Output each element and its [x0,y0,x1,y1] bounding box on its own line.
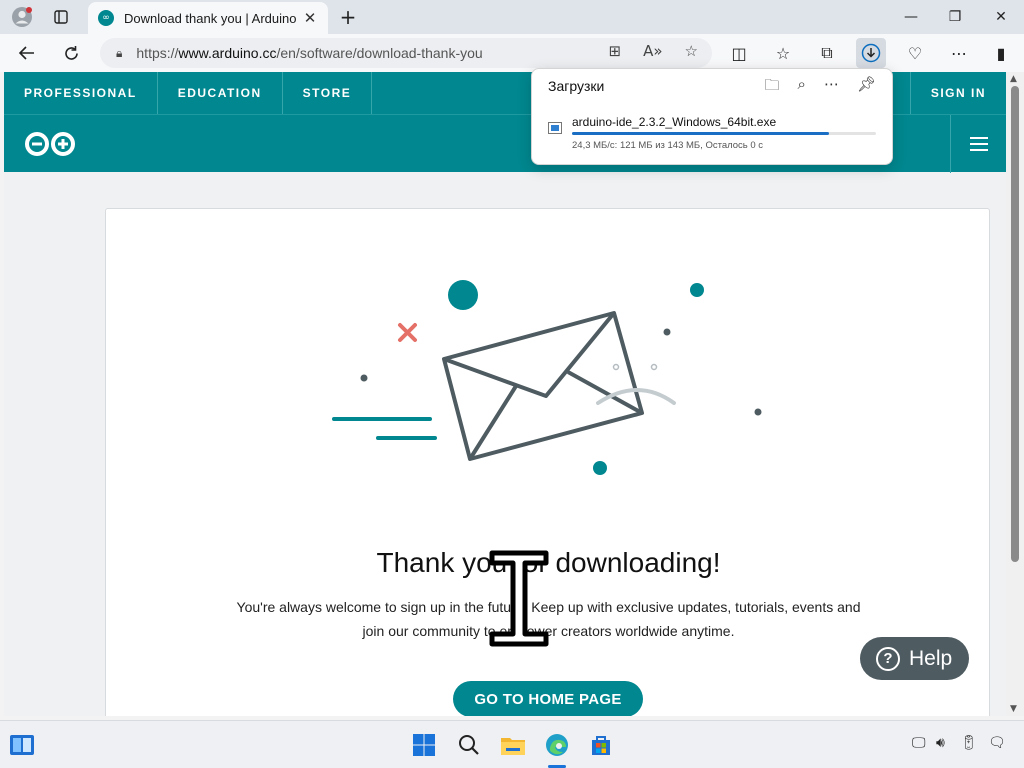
edge-browser-icon[interactable] [543,731,571,759]
collections-icon[interactable]: ⧉ [812,38,842,68]
url-text: https://www.arduino.cc/en/software/downl… [136,45,483,61]
restore-icon[interactable]: ❐ [932,0,978,34]
refresh-icon[interactable] [56,38,86,68]
search-icon[interactable] [455,731,483,759]
browser-essentials-icon[interactable]: ♡ [900,38,930,68]
menu-hamburger-icon[interactable] [950,115,1006,173]
page-scrollbar[interactable]: ▲ ▼ [1006,72,1024,716]
network-icon[interactable]: 🖵︎ [912,735,926,751]
downloads-more-icon[interactable]: ⋯ [824,75,839,100]
download-file-name[interactable]: arduino-ide_2.3.2_Windows_64bit.exe [572,115,776,129]
close-window-icon[interactable]: ✕ [978,0,1024,34]
tab-title: Download thank you | Arduino [124,10,297,26]
nav-store[interactable]: STORE [283,72,373,114]
scroll-up-icon[interactable]: ▲ [1010,74,1017,84]
new-tab-icon[interactable]: + [334,0,362,34]
download-progress-fill [572,132,830,135]
nav-education[interactable]: EDUCATION [158,72,283,114]
arduino-favicon-icon: ∞ [98,10,114,26]
more-options-icon[interactable]: ⋯ [944,38,974,68]
split-screen-icon[interactable]: ◫ [724,38,754,68]
title-bar: ∞ Download thank you | Arduino ✕ + — ❐ ✕ [0,0,1024,34]
help-label: Help [909,646,953,670]
microsoft-store-icon[interactable] [587,731,615,759]
go-to-home-page-button[interactable]: GO TO HOME PAGE [453,681,643,716]
active-tab[interactable]: ∞ Download thank you | Arduino ✕ [88,2,328,34]
downloads-icon[interactable] [856,38,886,68]
help-question-icon: ? [876,646,900,671]
downloads-title: Загрузки [548,78,605,94]
close-tab-icon[interactable]: ✕ [300,9,320,27]
notifications-icon[interactable]: 🗨︎ [988,735,1006,751]
navigation-bar: 🔒︎ https://www.arduino.cc/en/software/do… [0,34,1024,72]
downloads-flyout: Загрузки 🗀︎ ⌕ ⋯ 📌︎ arduino-ide_2.3.2_Win… [531,68,893,165]
scrollbar-thumb[interactable] [1011,86,1019,562]
text-cursor-icon [489,550,549,647]
nav-professional[interactable]: PROFESSIONAL [4,72,158,114]
search-downloads-icon[interactable]: ⌕ [798,75,806,100]
lock-icon[interactable]: 🔒︎ [116,46,122,61]
back-arrow-icon[interactable] [12,38,42,68]
favorite-star-icon[interactable]: ☆ [685,42,698,60]
downloads-actions: 🗀︎ ⌕ ⋯ 📌︎ [765,75,876,100]
battery-icon[interactable]: 🔋︎ [960,735,978,751]
help-button[interactable]: ? Help [860,637,969,680]
exe-file-icon [548,122,562,134]
address-bar[interactable]: 🔒︎ https://www.arduino.cc/en/software/do… [100,38,712,68]
profile-icon[interactable] [8,0,36,34]
minimize-icon[interactable]: — [888,0,934,34]
arduino-logo-icon[interactable] [24,131,76,157]
taskbar: 🖵︎ 🔊︎ 🔋︎ 🗨︎ [0,720,1024,768]
open-folder-icon[interactable]: 🗀︎ [765,75,780,100]
download-status: 24,3 МБ/с: 121 МБ из 143 МБ, Осталось 0 … [572,140,764,151]
widgets-icon[interactable] [8,731,36,759]
envelope-illustration [332,280,762,475]
tab-actions-icon[interactable] [48,0,74,34]
volume-icon[interactable]: 🔊︎ [936,735,945,751]
scroll-down-icon[interactable]: ▼ [1010,704,1017,714]
read-aloud-icon[interactable]: A» [643,42,662,60]
file-explorer-icon[interactable] [499,731,527,759]
address-icons: ⊞ A» ☆ [609,42,698,60]
download-progress-bar [572,132,876,135]
sidebar-toggle-icon[interactable]: ▮ [986,38,1016,68]
start-windows-icon[interactable] [410,731,438,759]
pin-icon[interactable]: 📌︎ [857,75,876,100]
favorites-icon[interactable]: ☆ [768,38,798,68]
sign-in-link[interactable]: SIGN IN [909,72,1006,114]
apps-icon[interactable]: ⊞ [609,42,622,60]
